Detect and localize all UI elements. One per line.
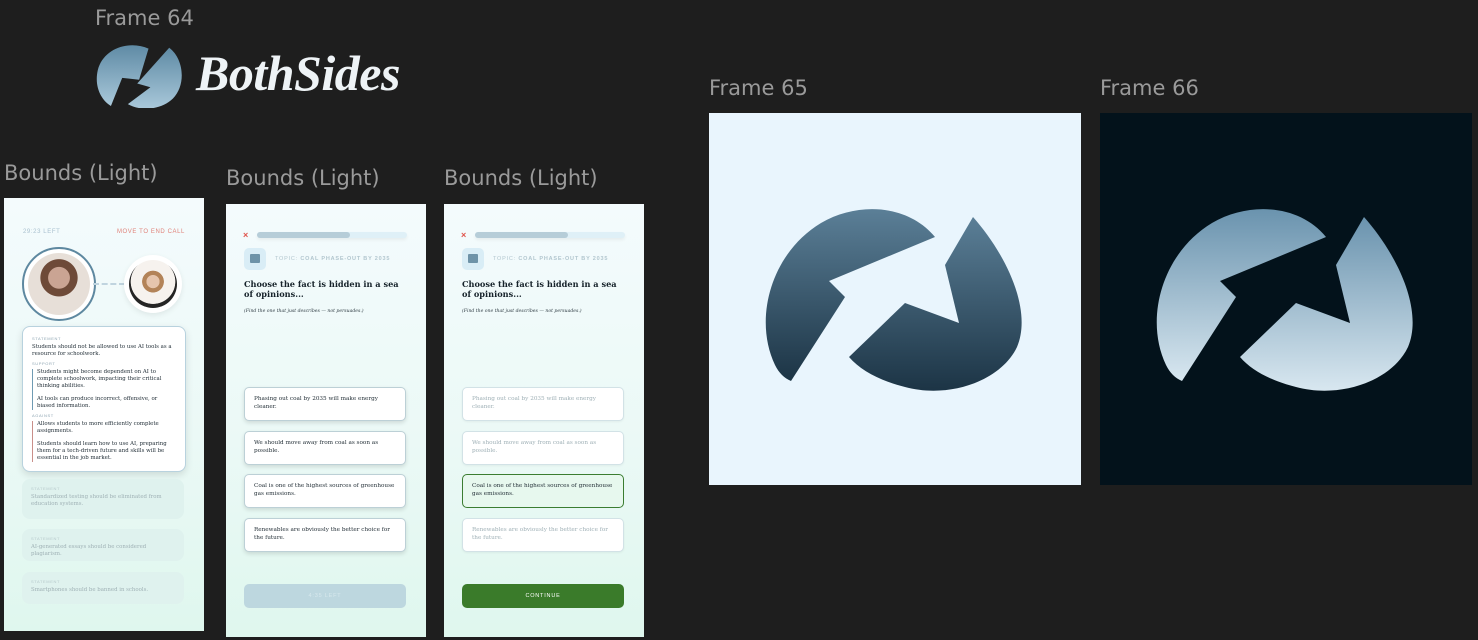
bounds-light-label-3[interactable]: Bounds (Light)	[444, 166, 598, 190]
support-block: Students might become dependent on AI to…	[32, 369, 176, 410]
frame-66-label[interactable]: Frame 66	[1100, 76, 1199, 100]
answer-option[interactable]: Phasing out coal by 2035 will make energ…	[462, 387, 624, 421]
answer-option[interactable]: We should move away from coal as soon as…	[244, 431, 406, 465]
answer-option[interactable]: We should move away from coal as soon as…	[462, 431, 624, 465]
bothsides-logo-icon	[96, 45, 182, 108]
continue-button[interactable]: CONTINUE	[462, 584, 624, 608]
answer-option[interactable]: Renewables are obviously the better choi…	[244, 518, 406, 552]
statement-card[interactable]: STATEMENT Smartphones should be banned i…	[22, 572, 184, 604]
statement-label: STATEMENT	[31, 536, 61, 541]
factory-icon	[244, 248, 266, 270]
against-label: AGAINST	[32, 413, 54, 418]
statement-card-active[interactable]: STATEMENT Students should not be allowed…	[22, 326, 186, 472]
end-call-link[interactable]: MOVE TO END CALL	[117, 229, 185, 235]
against-block: Allows students to more efficiently comp…	[32, 421, 176, 462]
bounds-light-label-1[interactable]: Bounds (Light)	[4, 161, 158, 185]
answer-option-selected[interactable]: Coal is one of the highest sources of gr…	[462, 474, 624, 508]
statement-label: STATEMENT	[31, 486, 61, 491]
quiz-question: Choose the fact is hidden in a sea of op…	[244, 279, 399, 299]
quiz-progress-bar	[475, 232, 625, 238]
close-icon[interactable]: ×	[461, 230, 466, 240]
statement-text: Smartphones should be banned in schools.	[31, 587, 149, 593]
call-timer: 29:23 LEFT	[23, 229, 61, 235]
bothsides-wordmark: BothSides	[196, 45, 400, 101]
against-point: Allows students to more efficiently comp…	[37, 421, 159, 434]
statement-card[interactable]: STATEMENT AI-generated essays should be …	[22, 529, 184, 561]
avatar-self	[22, 247, 96, 321]
time-left-button[interactable]: 4:35 LEFT	[244, 584, 406, 608]
bounds-light-label-2[interactable]: Bounds (Light)	[226, 166, 380, 190]
statement-text: Standardized testing should be eliminate…	[31, 494, 162, 507]
against-point: Students should learn how to use AI, pre…	[37, 441, 167, 461]
statement-text: AI-generated essays should be considered…	[31, 544, 147, 557]
call-screen: 29:23 LEFT MOVE TO END CALL STATEMENT St…	[4, 198, 204, 631]
quiz-question: Choose the fact is hidden in a sea of op…	[462, 279, 617, 299]
support-point: Students might become dependent on AI to…	[37, 369, 162, 389]
answer-option[interactable]: Phasing out coal by 2035 will make energ…	[244, 387, 406, 421]
avatar-partner	[124, 255, 182, 313]
frame-64-label[interactable]: Frame 64	[95, 6, 194, 30]
answer-option[interactable]: Coal is one of the highest sources of gr…	[244, 474, 406, 508]
support-point: AI tools can produce incorrect, offensiv…	[37, 396, 158, 409]
quiz-topic: TOPIC: COAL PHASE-OUT BY 2035	[493, 256, 609, 262]
quiz-screen-answered: × TOPIC: COAL PHASE-OUT BY 2035 Choose t…	[444, 204, 644, 637]
quiz-topic: TOPIC: COAL PHASE-OUT BY 2035	[275, 256, 391, 262]
statement-label: STATEMENT	[32, 336, 62, 341]
statement-card[interactable]: STATEMENT Standardized testing should be…	[22, 479, 184, 519]
quiz-hint: (Find the one that just describes — not …	[244, 309, 364, 314]
quiz-hint: (Find the one that just describes — not …	[462, 309, 582, 314]
logo-frame-dark[interactable]	[1100, 113, 1472, 485]
frame-65-label[interactable]: Frame 65	[709, 76, 808, 100]
answer-option[interactable]: Renewables are obviously the better choi…	[462, 518, 624, 552]
bothsides-logo-icon	[1156, 209, 1413, 391]
factory-icon	[462, 248, 484, 270]
support-label: SUPPORT	[32, 361, 56, 366]
statement-text: Students should not be allowed to use AI…	[32, 344, 172, 357]
connection-line	[93, 283, 125, 285]
quiz-progress-bar	[257, 232, 407, 238]
bothsides-logo-icon	[765, 209, 1022, 391]
quiz-screen-unanswered: × TOPIC: COAL PHASE-OUT BY 2035 Choose t…	[226, 204, 426, 637]
statement-label: STATEMENT	[31, 579, 61, 584]
bothsides-logo[interactable]: BothSides	[94, 42, 434, 108]
logo-frame-light[interactable]	[709, 113, 1081, 485]
close-icon[interactable]: ×	[243, 230, 248, 240]
